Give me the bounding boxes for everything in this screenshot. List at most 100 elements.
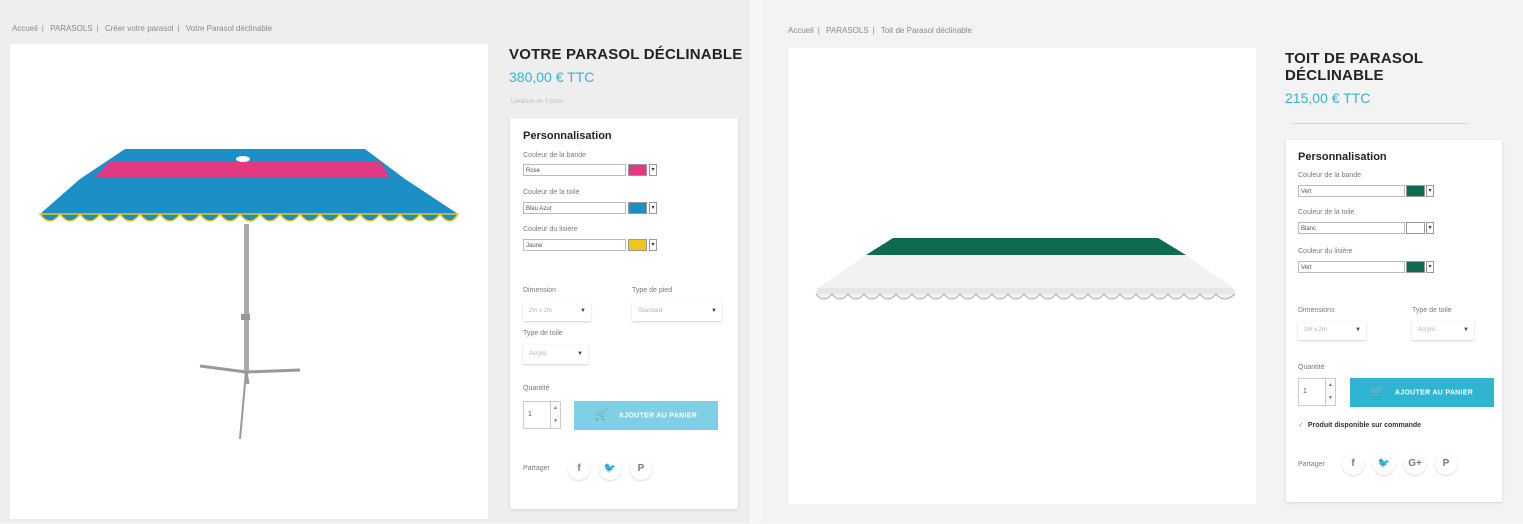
chevron-down-icon[interactable]: ▾ [1426,185,1434,197]
customization-heading: Personnalisation [523,130,612,142]
availability-status: ✓ Produit disponible sur commande [1298,421,1421,429]
share-label: Partager [523,465,550,472]
product-title: TOIT DE PARASOL DÉCLINABLE [1285,50,1423,84]
canvas-type-dropdown[interactable]: Acrylic ▼ [523,345,588,364]
chevron-down-icon: ▼ [1355,327,1361,333]
breadcrumb: Accueil | PARASOLS | Toit de Parasol décli… [788,26,972,35]
field-label-band-color: Couleur de la bande [1298,172,1362,179]
breadcrumb-item-create[interactable]: Créer votre parasol [105,24,173,33]
fringe-color-swatch[interactable] [628,239,647,251]
umbrella-stripe [95,161,390,178]
breadcrumb-item-current: Toit de Parasol déclinable [880,26,972,35]
customization-heading: Personnalisation [1298,151,1387,163]
stepper-up-icon[interactable]: ▲ [1326,379,1335,392]
product-title: VOTRE PARASOL DÉCLINABLE [509,46,743,63]
product-panel-left: Accueil | PARASOLS | Créer votre parasol | … [0,0,750,523]
dimension-value: 2m x 2m [529,308,553,314]
chevron-down-icon: ▼ [577,351,583,357]
breadcrumb: Accueil | PARASOLS | Créer votre parasol | … [12,24,273,33]
share-label: Partager [1298,461,1325,468]
stepper-down-icon[interactable]: ▼ [551,415,560,428]
field-label-canvas-type: Type de toile [523,330,563,337]
breadcrumb-item-home[interactable]: Accueil [12,24,38,33]
field-label-foot-type: Type de pied [632,287,673,294]
dimensions-dropdown[interactable]: 2m x 2m ▼ [1298,321,1366,340]
pinterest-icon[interactable]: P [630,458,652,480]
twitter-icon[interactable]: 🐦 [1373,453,1395,475]
quantity-stepper[interactable]: ▲ ▼ [551,401,561,429]
dimension-dropdown[interactable]: 2m x 2m ▼ [523,302,591,321]
dimensions-value: 2m x 2m [1304,327,1328,333]
chevron-down-icon: ▼ [711,308,717,314]
check-icon: ✓ [1298,422,1304,429]
chevron-down-icon[interactable]: ▾ [1426,261,1434,273]
customization-card: Personnalisation Couleur de la bande Ros… [510,118,738,509]
add-to-cart-button[interactable]: 🛒 AJOUTER AU PANIER [574,401,718,430]
band-color-select[interactable]: Vert [1298,185,1405,197]
band-color-swatch[interactable] [1406,185,1425,197]
foot-type-dropdown[interactable]: Standard ▼ [632,302,722,321]
stepper-down-icon[interactable]: ▼ [1326,392,1335,405]
breadcrumb-item-parasols[interactable]: PARASOLS [826,26,869,35]
cart-icon: 🛒 [594,409,609,421]
breadcrumb-item-current: Votre Parasol déclinable [185,24,273,33]
facebook-icon[interactable]: f [568,458,590,480]
stepper-up-icon[interactable]: ▲ [551,402,560,415]
facebook-icon[interactable]: f [1342,453,1364,475]
add-to-cart-button[interactable]: 🛒 AJOUTER AU PANIER [1350,378,1494,407]
field-label-canvas-color: Couleur de la toile [1298,209,1355,216]
product-title-line2: DÉCLINABLE [1285,67,1384,84]
canvas-color-swatch[interactable] [628,202,647,214]
band-color-select[interactable]: Rose [523,164,626,176]
add-to-cart-label: AJOUTER AU PANIER [1394,389,1474,397]
quantity-label: Quantité [523,385,550,392]
field-label-dimension: Dimension [523,287,557,294]
canvas-color-swatch[interactable] [1406,222,1425,234]
fringe-color-select[interactable]: Vert [1298,261,1405,273]
canvas-type-dropdown[interactable]: Acrylic ▼ [1412,321,1474,340]
roof-canopy [818,255,1233,288]
canvas-color-select[interactable]: Bleu Azur [523,202,626,214]
canvas-color-select[interactable]: Blanc [1298,222,1405,234]
quantity-input[interactable]: 1 [523,401,551,429]
field-label-dimensions: Dimensions [1298,307,1335,314]
add-to-cart-label: AJOUTER AU PANIER [618,412,698,420]
product-image[interactable] [788,48,1256,504]
quantity-input[interactable]: 1 [1298,378,1326,406]
fringe-color-select[interactable]: Jaune [523,239,626,251]
canvas-type-value: Acrylic [1418,327,1436,333]
umbrella-illustration [38,149,460,440]
breadcrumb-item-home[interactable]: Accueil [788,26,814,35]
divider [1292,123,1468,124]
chevron-down-icon: ▼ [580,308,586,314]
chevron-down-icon[interactable]: ▾ [649,202,657,214]
roof-illustration [815,238,1236,300]
breadcrumb-item-parasols[interactable]: PARASOLS [50,24,93,33]
chevron-down-icon[interactable]: ▾ [649,239,657,251]
field-label-band-color: Couleur de la bande [523,152,587,159]
product-title-line1: TOIT DE PARASOL [1285,50,1424,67]
product-price: 215,00 € TTC [1285,90,1371,106]
field-label-canvas-color: Couleur de la toile [523,189,580,196]
product-panel-right: Accueil | PARASOLS | Toit de Parasol décli… [762,0,1523,523]
product-subtext: Livraison en 5 jours [511,99,564,105]
quantity-label: Quantité [1298,364,1325,371]
cart-icon: 🛒 [1370,386,1385,398]
google-plus-icon[interactable]: G+ [1404,453,1426,475]
customization-card: Personnalisation Couleur de la bande Ver… [1286,140,1502,502]
chevron-down-icon[interactable]: ▾ [1426,222,1434,234]
twitter-icon[interactable]: 🐦 [599,458,621,480]
band-color-swatch[interactable] [628,164,647,176]
chevron-down-icon[interactable]: ▾ [649,164,657,176]
field-label-fringe-color: Couleur du lisière [1298,248,1353,255]
field-label-fringe-color: Couleur du lisière [523,226,578,233]
product-image[interactable] [10,44,488,519]
availability-text: Produit disponible sur commande [1307,422,1422,429]
pinterest-icon[interactable]: P [1435,453,1457,475]
canvas-type-value: Acrylic [529,351,547,357]
roof-stripe [866,238,1186,255]
field-label-canvas-type: Type de toile [1412,307,1452,314]
product-price: 380,00 € TTC [509,69,595,85]
quantity-stepper[interactable]: ▲ ▼ [1326,378,1336,406]
fringe-color-swatch[interactable] [1406,261,1425,273]
